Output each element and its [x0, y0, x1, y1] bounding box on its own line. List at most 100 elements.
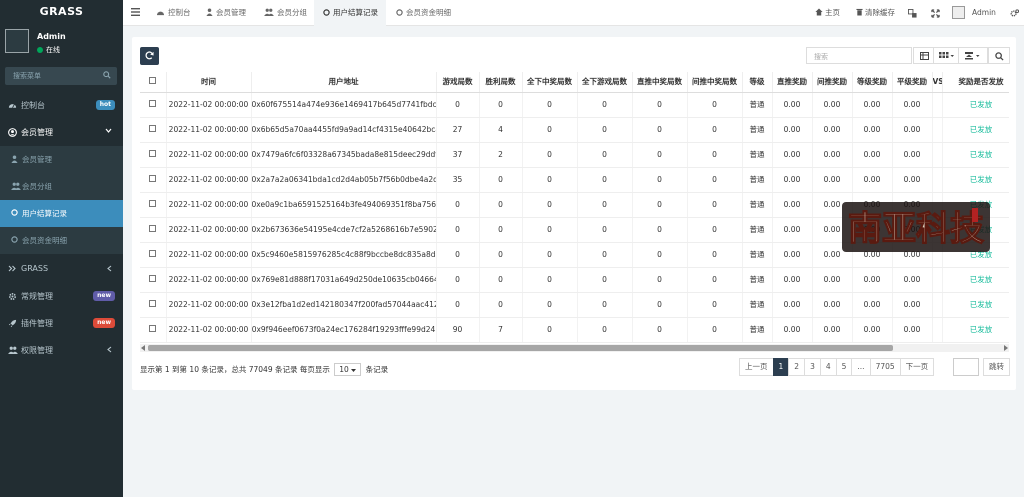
table-cell: 0 — [522, 242, 578, 268]
column-header[interactable]: 等级奖励 — [852, 72, 893, 93]
scroll-right-icon[interactable] — [1003, 345, 1008, 351]
table-search-input[interactable]: 搜索 — [806, 47, 912, 64]
column-header[interactable]: 时间 — [166, 72, 252, 93]
column-header[interactable]: 全下中奖局数 — [522, 72, 578, 93]
hamburger-menu-icon[interactable] — [131, 8, 140, 16]
tab-settlement-records[interactable]: 用户结算记录 — [314, 0, 386, 26]
column-header[interactable]: 间推中奖局数 — [687, 72, 743, 93]
sidebar-item-member-management[interactable]: 会员管理 — [0, 119, 123, 146]
select-all-cell[interactable] — [140, 72, 167, 93]
column-header[interactable]: 用户地址 — [251, 72, 437, 93]
row-checkbox[interactable] — [149, 150, 157, 157]
sidebar-item-members[interactable]: 会员管理 — [0, 146, 123, 173]
table-row[interactable]: 2022-11-02 00:00:00 0x2a7a2a06341bda1cd2d… — [140, 167, 1009, 193]
column-header[interactable]: 直推奖励 — [772, 72, 813, 93]
table-row[interactable]: 2022-11-02 00:00:00 0x6b65d5a70aa4455fd9a… — [140, 117, 1009, 143]
row-checkbox[interactable] — [149, 125, 157, 132]
row-select-cell[interactable] — [140, 167, 167, 193]
table-row[interactable]: 2022-11-02 00:00:00 0x7479a6fc6f03328a673… — [140, 142, 1009, 168]
row-select-cell[interactable] — [140, 317, 167, 343]
row-checkbox[interactable] — [149, 225, 157, 232]
row-checkbox[interactable] — [149, 275, 157, 282]
users-icon — [264, 8, 274, 16]
sidebar-item-member-groups[interactable]: 会员分组 — [0, 173, 123, 200]
sidebar-item-dashboard[interactable]: 控制台 hot — [0, 92, 123, 119]
row-select-cell[interactable] — [140, 142, 167, 168]
select-all-checkbox[interactable] — [149, 77, 157, 85]
row-checkbox[interactable] — [149, 200, 157, 207]
table-cell: 0.00 — [772, 317, 813, 343]
row-select-cell[interactable] — [140, 292, 167, 318]
row-checkbox[interactable] — [149, 175, 157, 182]
sidebar-search-input[interactable]: 搜索菜单 — [5, 67, 117, 85]
tab-member-management[interactable]: 会员管理 — [206, 0, 246, 26]
column-header[interactable]: 直推中奖局数 — [632, 72, 688, 93]
row-checkbox[interactable] — [149, 100, 157, 107]
column-header[interactable]: 胜利局数 — [479, 72, 523, 93]
refresh-button[interactable] — [140, 47, 159, 65]
column-header[interactable]: 全下游戏局数 — [577, 72, 633, 93]
cogs-icon[interactable] — [1010, 9, 1019, 18]
scrollbar-thumb[interactable] — [148, 345, 893, 351]
next-page-button[interactable]: 下一页 — [899, 358, 935, 376]
table-cell: 0.00 — [812, 292, 853, 318]
translate-icon[interactable] — [908, 9, 917, 18]
row-select-cell[interactable] — [140, 192, 167, 218]
table-row[interactable]: 2022-11-02 00:00:00 0x60f675514a474e936e1… — [140, 92, 1009, 118]
clear-cache-button[interactable]: 清除缓存 — [856, 0, 895, 26]
scroll-left-icon[interactable] — [141, 345, 146, 351]
search-icon[interactable] — [103, 71, 111, 79]
column-header[interactable]: 奖励是否发放 — [942, 72, 1009, 93]
row-checkbox[interactable] — [149, 250, 157, 257]
toggle-view-button[interactable] — [913, 47, 934, 64]
table-row[interactable]: 2022-11-02 00:00:00 0x9f946eef0673f0a24ec… — [140, 317, 1009, 343]
column-header[interactable]: 间推奖励 — [812, 72, 853, 93]
page-button-5[interactable]: 5 — [835, 358, 853, 376]
page-button-2[interactable]: 2 — [788, 358, 806, 376]
column-header[interactable]: VS — [932, 72, 943, 93]
page-button-4[interactable]: 4 — [819, 358, 837, 376]
table-row[interactable]: 2022-11-02 00:00:00 0x769e81d888f17031a64… — [140, 267, 1009, 293]
sidebar-item-settlement-records[interactable]: 用户结算记录 — [0, 200, 123, 227]
sidebar-item-grass[interactable]: GRASS — [0, 256, 123, 283]
column-header[interactable]: 等级 — [742, 72, 773, 93]
table-row[interactable]: 2022-11-02 00:00:00 0x3e12fba1d2ed1421803… — [140, 292, 1009, 318]
page-size-select[interactable]: 10 — [334, 363, 362, 376]
sidebar-item-fund-details[interactable]: 会员资金明细 — [0, 227, 123, 254]
brand-logo[interactable]: GRASS — [0, 0, 123, 26]
tab-dashboard[interactable]: 控制台 — [156, 0, 191, 26]
export-dropdown-button[interactable] — [958, 47, 988, 64]
table-cell: 普通 — [742, 142, 773, 168]
admin-menu[interactable]: Admin — [972, 0, 996, 26]
column-header[interactable]: 平级奖励 — [892, 72, 933, 93]
tab-fund-details[interactable]: 会员资金明细 — [396, 0, 451, 26]
advanced-search-button[interactable] — [988, 47, 1010, 64]
horizontal-scrollbar[interactable] — [140, 344, 1009, 352]
home-link[interactable]: 主页 — [815, 0, 840, 26]
jump-button[interactable]: 跳转 — [983, 358, 1010, 376]
admin-avatar[interactable] — [952, 6, 965, 19]
page-button-last[interactable]: 7705 — [869, 358, 901, 376]
page-button-1[interactable]: 1 — [772, 358, 790, 376]
table-cell — [932, 117, 943, 143]
jump-page-input[interactable] — [953, 358, 979, 376]
sidebar-item-label: 插件管理 — [21, 319, 53, 328]
sidebar-item-general[interactable]: 常规管理 new — [0, 283, 123, 310]
table-cell: 0.00 — [772, 142, 813, 168]
row-select-cell[interactable] — [140, 117, 167, 143]
row-select-cell[interactable] — [140, 217, 167, 243]
row-checkbox[interactable] — [149, 325, 157, 332]
sidebar-item-plugins[interactable]: 插件管理 new — [0, 310, 123, 337]
row-checkbox[interactable] — [149, 300, 157, 307]
column-header[interactable]: 游戏局数 — [436, 72, 480, 93]
page-button-3[interactable]: 3 — [804, 358, 821, 376]
fullscreen-icon[interactable] — [931, 9, 940, 18]
columns-dropdown-button[interactable] — [933, 47, 959, 64]
tab-member-groups[interactable]: 会员分组 — [264, 0, 307, 26]
prev-page-button[interactable]: 上一页 — [739, 358, 774, 376]
sidebar-item-permissions[interactable]: 权限管理 — [0, 337, 123, 364]
row-select-cell[interactable] — [140, 92, 167, 118]
row-select-cell[interactable] — [140, 242, 167, 268]
sidebar: GRASS Admin 在线 搜索菜单 控制台 hot 会员管理 会员管理 会员… — [0, 0, 123, 497]
row-select-cell[interactable] — [140, 267, 167, 293]
